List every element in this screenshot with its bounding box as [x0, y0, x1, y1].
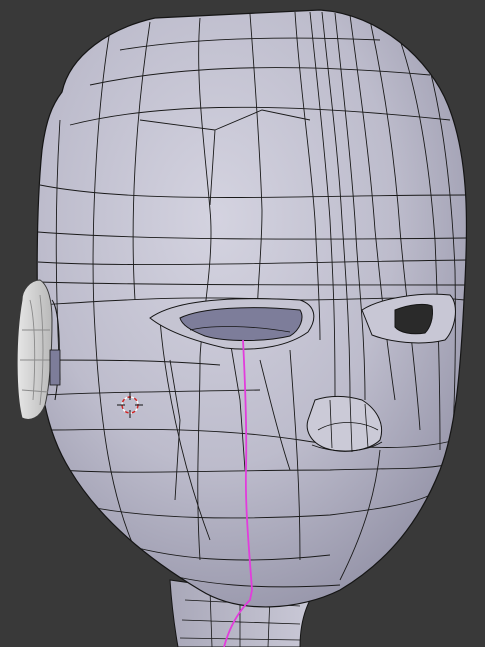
3d-viewport[interactable]	[0, 0, 485, 647]
head-mesh[interactable]	[36, 9, 468, 647]
viewport-canvas[interactable]	[0, 0, 485, 647]
